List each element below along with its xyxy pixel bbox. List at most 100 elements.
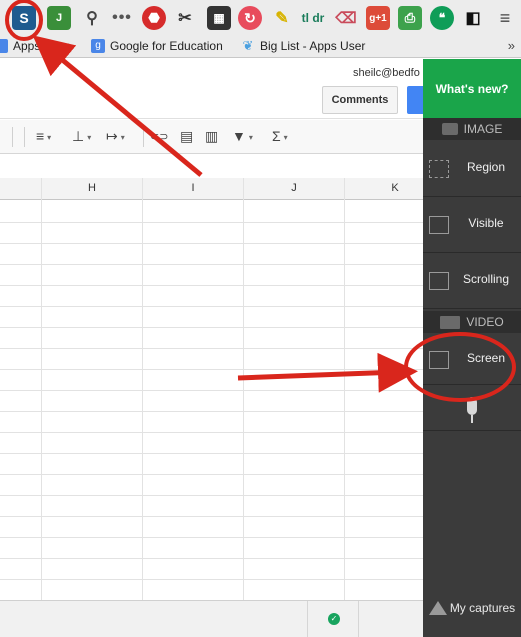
video-section-header: VIDEO: [423, 311, 521, 333]
drive-icon: [428, 601, 447, 615]
my-captures-label: My captures: [449, 601, 516, 615]
caret-icon: ▾: [87, 132, 92, 142]
bookmark-label: Google for Education: [110, 39, 223, 53]
caret-icon: ▾: [120, 132, 125, 142]
align-icon: ≡: [36, 128, 45, 144]
chart-icon: ▥: [205, 128, 219, 144]
visible-area-icon: [429, 216, 449, 234]
text-wrap-button[interactable]: ↦ ▾: [106, 128, 125, 145]
tldr-extension-icon[interactable]: tl dr: [301, 6, 325, 30]
filter-icon: ▼: [232, 128, 246, 144]
eraser-extension-icon[interactable]: ⌫: [334, 6, 358, 30]
column-header-k[interactable]: K: [345, 182, 423, 194]
green-extension-icon[interactable]: J: [47, 6, 71, 30]
capture-scrolling-button[interactable]: Scrolling: [423, 254, 521, 309]
bookmark-big-list[interactable]: ❦ Big List - Apps User: [241, 38, 366, 54]
capture-option-label: Scrolling: [462, 272, 510, 286]
sigma-icon: Σ: [272, 128, 281, 144]
screen: S J ⚲ ••• ⬣ ✂ ▦ ↻ ✎ tl dr ⌫ g+1 ⎙ ❝ ◧ ≡ …: [0, 0, 521, 637]
filter-button[interactable]: ▼ ▾: [232, 128, 253, 144]
user-email[interactable]: sheilc@bedfo: [353, 67, 420, 79]
microphone-button[interactable]: [423, 385, 521, 431]
text-wrap-icon: ↦: [106, 128, 118, 144]
column-header-h[interactable]: H: [42, 182, 142, 194]
window-extension-icon[interactable]: ◧: [461, 6, 485, 30]
insert-comment-button[interactable]: ▤: [180, 128, 193, 145]
row-gridline: [0, 516, 423, 517]
capture-option-label: Visible: [468, 216, 504, 230]
microphone-stand-icon: [471, 415, 473, 423]
screencastify-extension-icon[interactable]: S: [12, 6, 36, 30]
my-captures-button[interactable]: My captures: [423, 589, 521, 627]
horizontal-align-button[interactable]: ≡ ▾: [36, 128, 51, 144]
insert-link-button[interactable]: ⊂⊃: [150, 130, 168, 143]
lamp-extension-icon[interactable]: ⚲: [80, 6, 104, 30]
whats-new-button[interactable]: What's new?: [423, 59, 521, 118]
column-header-i[interactable]: I: [143, 182, 243, 194]
row-gridline: [0, 453, 423, 454]
record-screen-button[interactable]: Screen: [423, 335, 521, 385]
row-gridline: [0, 222, 423, 223]
sheets-header: sheilc@bedfo Comments: [0, 59, 427, 119]
row-gridline: [0, 474, 423, 475]
microphone-icon: [467, 397, 477, 415]
row-gridline: [0, 432, 423, 433]
caret-icon: ▾: [248, 132, 253, 142]
print-friendly-icon[interactable]: ⎙: [398, 6, 422, 30]
google-plus-one-icon[interactable]: g+1: [366, 6, 390, 30]
capture-region-button[interactable]: Region: [423, 142, 521, 197]
toolbar-divider: [143, 127, 144, 147]
toolbar-divider: [12, 127, 13, 147]
functions-button[interactable]: Σ ▾: [272, 128, 288, 144]
vertical-align-icon: ⊥: [72, 128, 85, 144]
chrome-menu-icon[interactable]: ≡: [493, 6, 517, 30]
row-gridline: [0, 495, 423, 496]
film-extension-icon[interactable]: ▦: [207, 6, 231, 30]
bookmark-folder-icon: [0, 39, 8, 53]
row-gridline: [0, 285, 423, 286]
column-header-j[interactable]: J: [244, 182, 344, 194]
highlighter-extension-icon[interactable]: ✎: [270, 6, 294, 30]
more-dots-icon[interactable]: •••: [110, 6, 134, 30]
row-gridline: [0, 411, 423, 412]
bookmark-label: Big List - Apps User: [260, 39, 366, 53]
vertical-align-button[interactable]: ⊥ ▾: [72, 128, 91, 145]
bookmark-google-for-education[interactable]: g Google for Education: [91, 39, 223, 53]
sheet-tabs-bar: ✓: [0, 600, 423, 637]
hangouts-icon[interactable]: ❝: [430, 6, 454, 30]
saved-check-icon: ✓: [328, 613, 340, 625]
bookmarks-bar: Apps Sites g Google for Education ❦ Big …: [0, 36, 521, 58]
insert-chart-button[interactable]: ▥: [205, 128, 218, 145]
row-gridline: [0, 306, 423, 307]
capture-visible-button[interactable]: Visible: [423, 198, 521, 253]
row-gridline: [0, 390, 423, 391]
video-section-label: VIDEO: [466, 315, 504, 329]
row-gridline: [0, 558, 423, 559]
column-header-row: H I J K: [0, 178, 423, 200]
google-icon: g: [91, 39, 105, 53]
image-section-header: IMAGE: [423, 118, 521, 140]
comments-button[interactable]: Comments: [322, 86, 398, 114]
scrolling-page-icon: [429, 272, 449, 290]
bookmarks-overflow-chevron-icon[interactable]: »: [508, 38, 515, 53]
stop-extension-icon[interactable]: ⬣: [142, 6, 166, 30]
screencastify-panel: What's new? IMAGE Region Visible Scrolli…: [423, 59, 521, 637]
image-section-label: IMAGE: [463, 122, 503, 136]
bookmark-apps-sites[interactable]: Apps Sites: [0, 39, 70, 53]
link-icon: ⊂⊃: [150, 131, 169, 143]
spreadsheet-grid[interactable]: H I J K: [0, 178, 423, 600]
caret-icon: ▾: [47, 132, 52, 142]
status-divider: [307, 601, 308, 637]
capture-option-label: Region: [466, 160, 506, 174]
status-divider: [358, 601, 359, 637]
caret-icon: ▾: [283, 132, 288, 142]
video-camera-icon: [440, 315, 461, 329]
row-gridline: [0, 579, 423, 580]
row-gridline: [0, 369, 423, 370]
screen-record-icon: [429, 351, 449, 369]
camera-icon: [441, 123, 458, 135]
tools-extension-icon[interactable]: ✂: [173, 6, 197, 30]
bookmark-site-icon: ❦: [242, 38, 254, 53]
region-crop-icon: [429, 160, 449, 178]
refresh-extension-icon[interactable]: ↻: [238, 6, 262, 30]
